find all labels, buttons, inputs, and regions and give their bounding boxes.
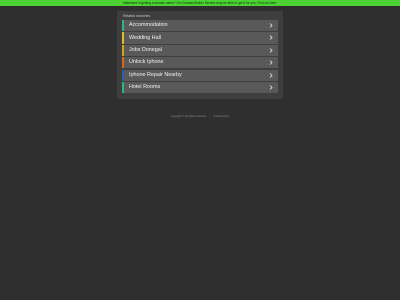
link-label[interactable]: Unlock Iphone <box>124 57 163 68</box>
related-searches-panel: Related searches Accommodation Wedding H… <box>117 11 283 99</box>
chevron-right-icon <box>269 35 273 41</box>
related-link-hotel-rooms[interactable]: Hotel Rooms <box>122 81 278 94</box>
chevron-right-icon <box>269 23 273 28</box>
related-links-list: Accommodation Wedding Hall Jobs Donegal … <box>122 20 278 94</box>
footer-separator: - <box>209 115 211 118</box>
panel-title: Related searches <box>123 14 151 18</box>
related-link-accommodation[interactable]: Accommodation <box>122 20 278 32</box>
link-label[interactable]: Hotel Rooms <box>124 82 160 93</box>
chevron-right-icon <box>269 47 273 53</box>
chevron-right-icon <box>269 72 273 78</box>
privacy-policy-link[interactable]: Privacy Policy <box>213 115 229 118</box>
related-link-unlock-iphone[interactable]: Unlock Iphone <box>122 57 278 69</box>
link-label[interactable]: Accommodation <box>124 20 168 31</box>
chevron-right-icon <box>269 60 273 65</box>
footer: Copyright © All rights reserved. - Priva… <box>0 114 400 119</box>
related-link-wedding-hall[interactable]: Wedding Hall <box>122 32 278 44</box>
related-link-iphone-repair-nearby[interactable]: Iphone Repair Nearby <box>122 69 278 81</box>
link-label[interactable]: Wedding Hall <box>124 33 161 44</box>
related-link-jobs-donegal[interactable]: Jobs Donegal <box>122 44 278 57</box>
banner-text[interactable]: Interested in getting a domain name? Our… <box>123 0 277 6</box>
link-label[interactable]: Iphone Repair Nearby <box>124 70 182 81</box>
link-label[interactable]: Jobs Donegal <box>124 45 162 56</box>
chevron-right-icon <box>269 85 273 90</box>
copyright-text: Copyright © All rights reserved. <box>170 115 207 118</box>
domain-broker-banner[interactable]: Interested in getting a domain name? Our… <box>0 0 400 6</box>
